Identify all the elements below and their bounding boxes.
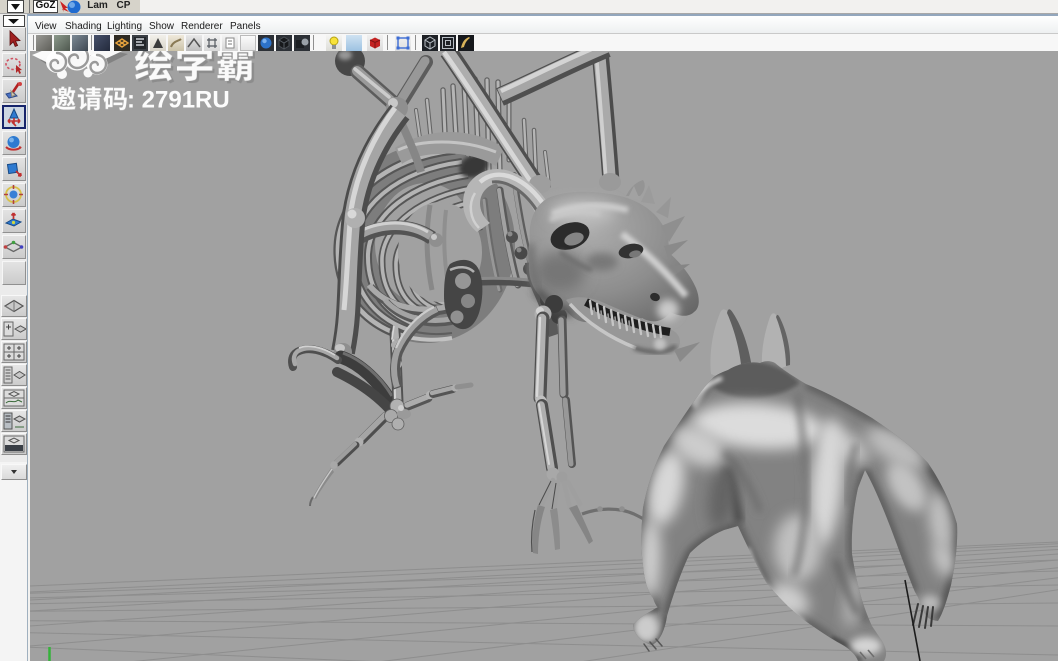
svg-text:: 2791RU: : 2791RU [127, 87, 230, 114]
